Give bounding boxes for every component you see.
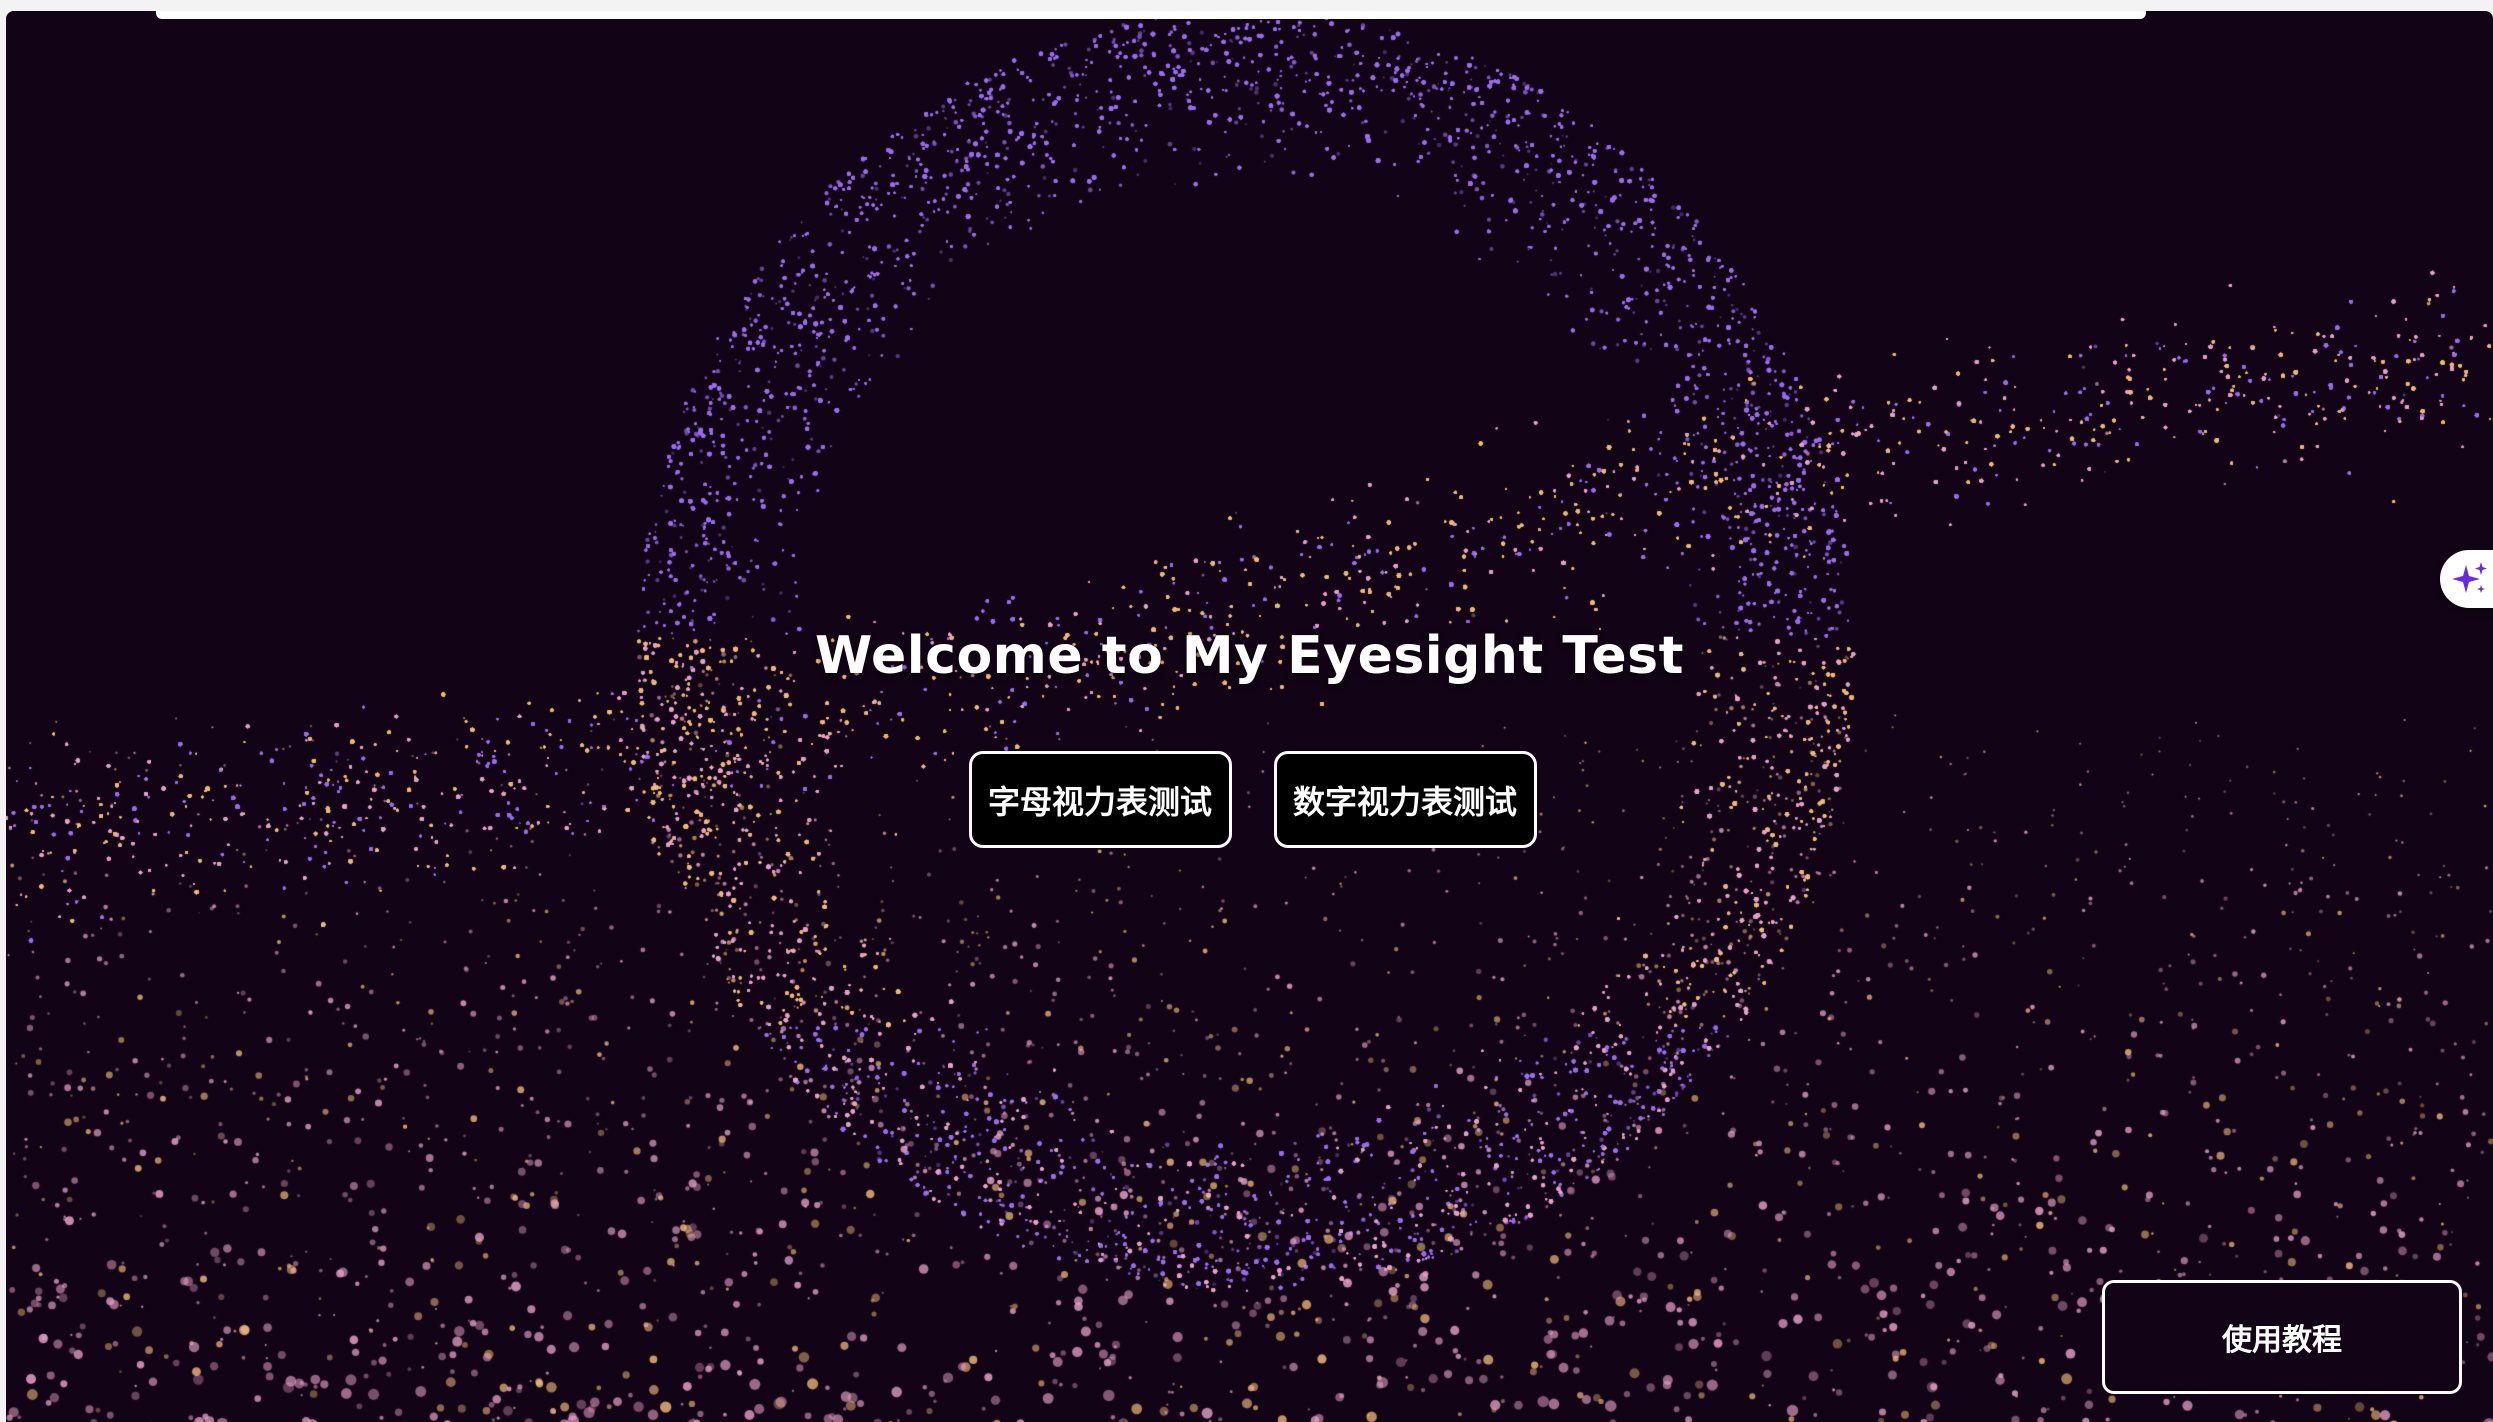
letter-chart-test-button[interactable]: 字母视力表测试 <box>968 751 1232 848</box>
top-bar-edge <box>156 11 2146 19</box>
side-assistant-button[interactable] <box>2440 550 2493 608</box>
page-title: Welcome to My Eyesight Test <box>815 626 1684 686</box>
sparkle-icon <box>2452 562 2487 593</box>
test-button-group: 字母视力表测试 数字视力表测试 <box>6 751 2493 848</box>
number-chart-test-button[interactable]: 数字视力表测试 <box>1273 751 1537 848</box>
app-viewport: Welcome to My Eyesight Test 字母视力表测试 数字视力… <box>6 11 2493 1422</box>
particle-background <box>6 11 2493 1422</box>
tutorial-button[interactable]: 使用教程 <box>2102 1280 2462 1394</box>
